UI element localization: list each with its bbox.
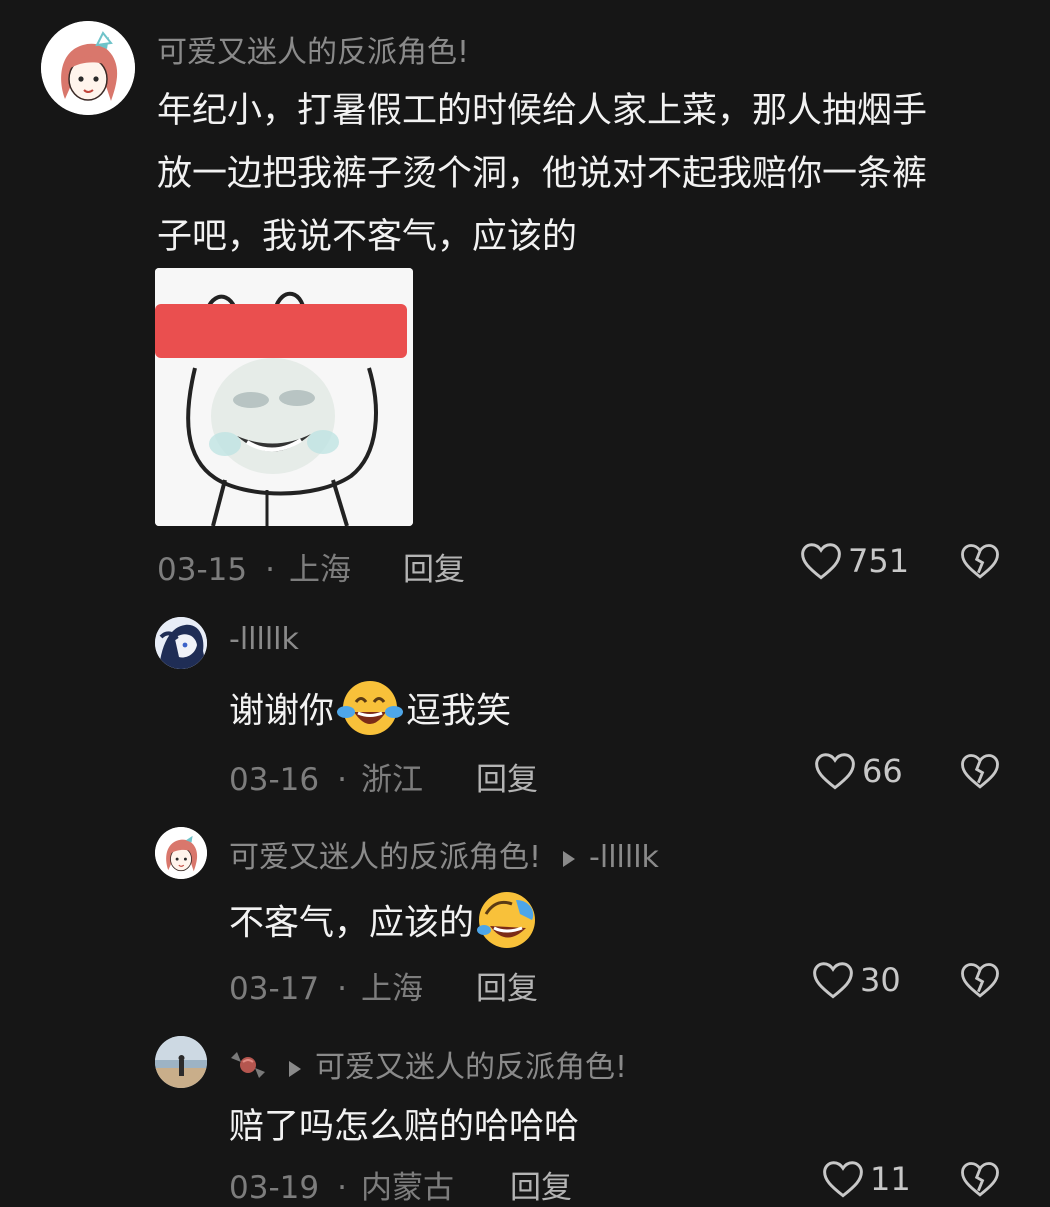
broken-heart-icon — [961, 963, 999, 998]
comment-text: 不客气，应该的 — [229, 890, 538, 959]
dislike-button[interactable] — [960, 542, 1000, 584]
comment-username[interactable]: 可爱又迷人的反派角色! — [229, 840, 541, 875]
cartoon-girl-avatar-icon — [155, 827, 207, 879]
heart-outline-icon — [801, 543, 841, 580]
comment-meta: 03-17 · 上海 — [229, 963, 423, 1008]
comment-text-line: 子吧，我说不客气，应该的 — [157, 217, 578, 257]
reply-to-username[interactable]: -lllllk — [589, 840, 659, 875]
comment-text-line: 放一边把我裤子烫个洞，他说对不起我赔你一条裤 — [157, 154, 928, 194]
beach-photo-avatar-icon — [155, 1036, 207, 1088]
comment-text-part: 谢谢你 — [229, 691, 335, 732]
comment-meta: 03-19 · 内蒙古 — [229, 1162, 454, 1207]
comment-text-line: 年纪小，打暑假工的时候给人家上菜，那人抽烟手 — [157, 91, 928, 131]
dislike-button[interactable] — [960, 961, 1000, 1003]
meta-separator: · — [265, 552, 275, 588]
comment-date: 03-16 — [229, 762, 320, 798]
comment-username-row: 可爱又迷人的反派角色! -lllllk — [229, 832, 659, 876]
comment-meta: 03-15 · 上海 — [157, 544, 351, 589]
comment-date: 03-15 — [157, 552, 248, 588]
like-button[interactable]: 751 — [800, 541, 909, 581]
avatar[interactable] — [155, 827, 207, 879]
meme-sticker-image[interactable] — [155, 268, 413, 526]
reply-to-username[interactable]: 可爱又迷人的反派角色! — [315, 1050, 627, 1085]
comment-location: 上海 — [288, 552, 351, 588]
comment-location: 内蒙古 — [360, 1170, 454, 1206]
dislike-button[interactable] — [960, 752, 1000, 794]
broken-heart-icon — [961, 544, 999, 579]
rolling-laughing-emoji-icon — [476, 890, 538, 959]
broken-heart-icon — [961, 754, 999, 789]
reply-arrow-icon — [289, 1060, 301, 1077]
anime-character-avatar-icon — [155, 617, 207, 669]
meta-separator: · — [337, 762, 347, 798]
comment-location: 上海 — [360, 971, 423, 1007]
candy-icon[interactable] — [229, 1048, 267, 1090]
reply-button[interactable]: 回复 — [476, 963, 538, 1008]
comment-text-part: 不客气，应该的 — [229, 903, 475, 944]
heart-outline-icon — [823, 1161, 863, 1198]
dislike-button[interactable] — [960, 1160, 1000, 1202]
comment-text: 赔了吗怎么赔的哈哈哈 — [229, 1107, 580, 1147]
comment-text-part: 逗我笑 — [406, 691, 512, 732]
cartoon-girl-avatar-icon — [41, 21, 135, 115]
meta-separator: · — [337, 971, 347, 1007]
like-button[interactable]: 11 — [822, 1159, 911, 1199]
comment-username-row: 可爱又迷人的反派角色! — [229, 1042, 627, 1090]
heart-outline-icon — [815, 753, 855, 790]
reply-button[interactable]: 回复 — [510, 1162, 572, 1207]
like-count: 66 — [862, 752, 903, 790]
reply-button[interactable]: 回复 — [403, 544, 465, 589]
avatar[interactable] — [155, 617, 207, 669]
comment-meta: 03-16 · 浙江 — [229, 754, 423, 799]
crying-laughing-emoji-icon — [336, 680, 404, 745]
like-button[interactable]: 66 — [814, 751, 903, 791]
meta-separator: · — [337, 1170, 347, 1206]
avatar[interactable] — [155, 1036, 207, 1088]
comment-date: 03-17 — [229, 971, 320, 1007]
like-button[interactable]: 30 — [812, 960, 901, 1000]
comment-date: 03-19 — [229, 1170, 320, 1206]
comment-location: 浙江 — [360, 762, 423, 798]
broken-heart-icon — [961, 1162, 999, 1197]
comment-text: 谢谢你 逗我笑 — [229, 680, 511, 745]
reply-button[interactable]: 回复 — [476, 754, 538, 799]
heart-outline-icon — [813, 962, 853, 999]
avatar[interactable] — [41, 21, 135, 115]
comment-username[interactable]: -lllllk — [229, 622, 299, 657]
like-count: 11 — [870, 1160, 911, 1198]
like-count: 751 — [848, 542, 910, 580]
reply-arrow-icon — [563, 850, 576, 867]
like-count: 30 — [860, 961, 901, 999]
comment-username[interactable]: 可爱又迷人的反派角色! — [157, 27, 469, 71]
laughing-meme-face-icon — [155, 268, 413, 526]
